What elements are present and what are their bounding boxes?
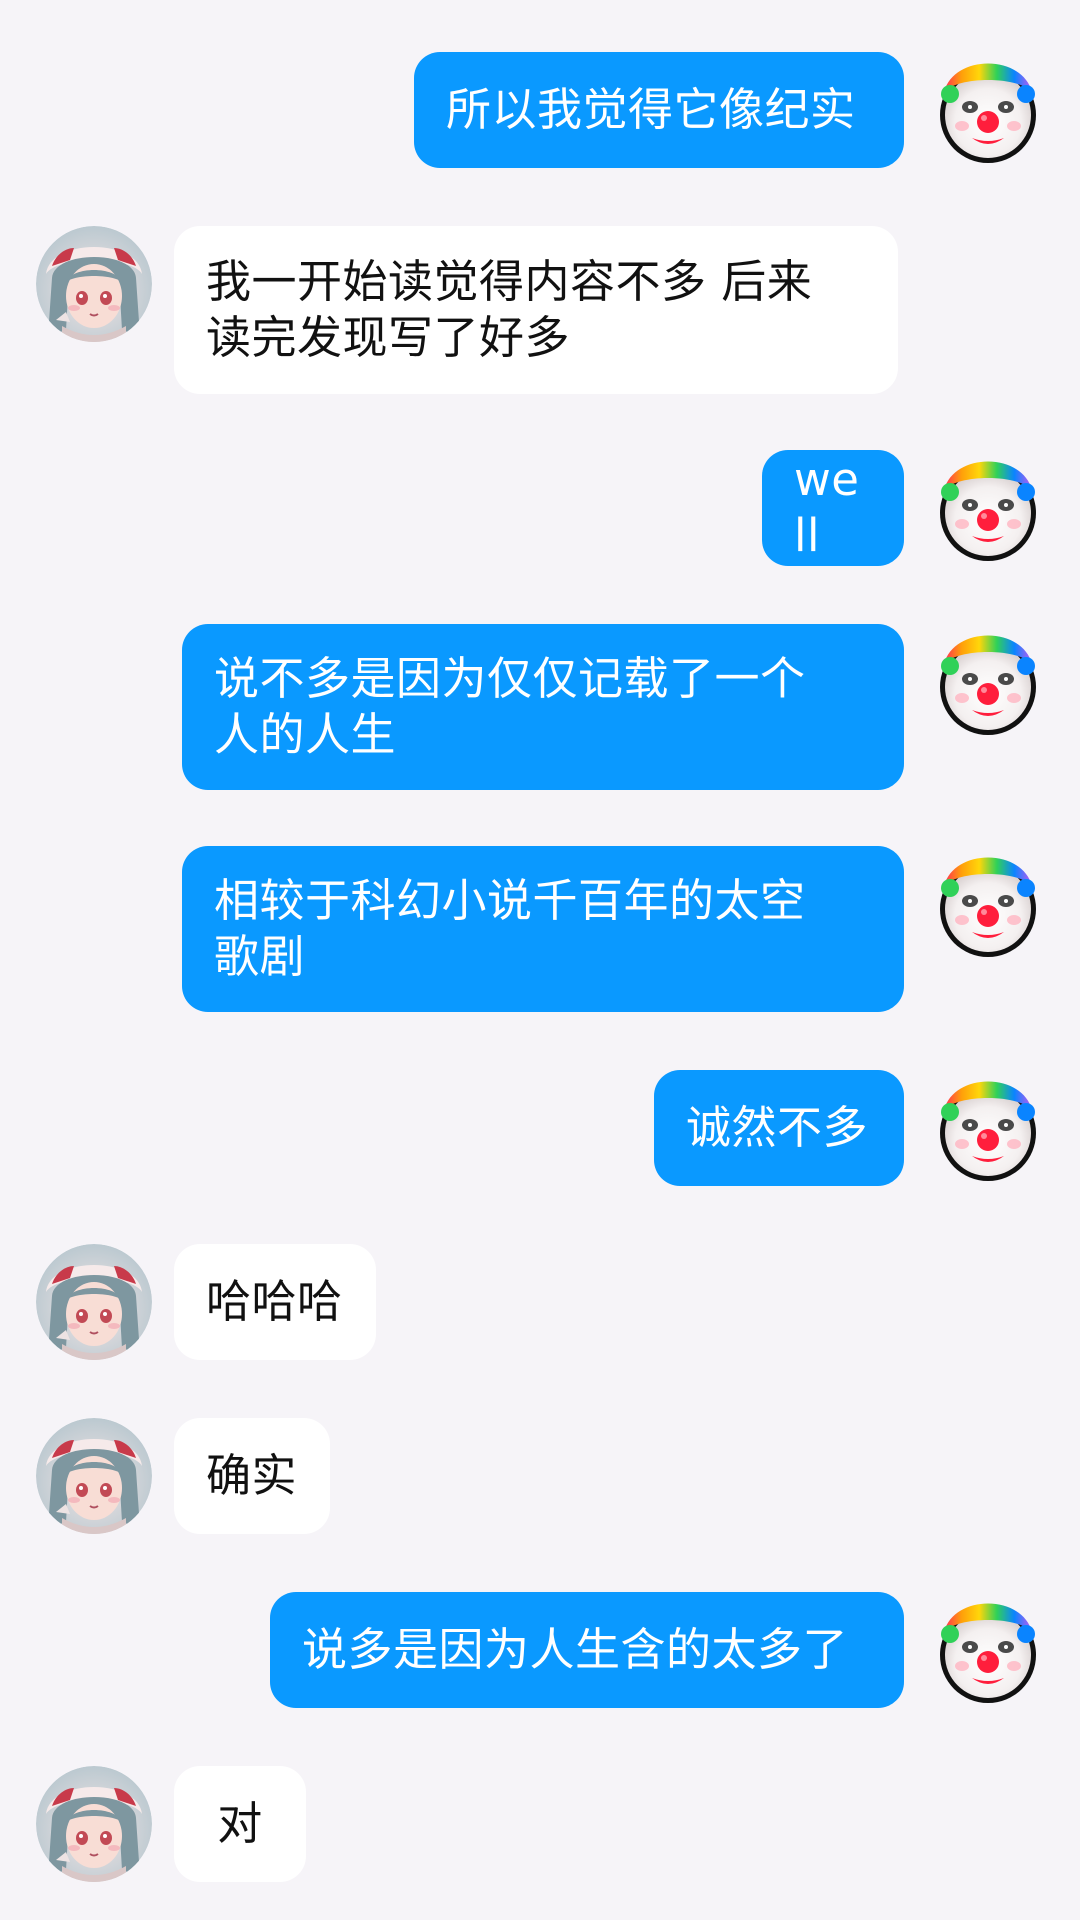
anime-girl-avatar-icon[interactable] (36, 1766, 152, 1882)
anime-girl-avatar-icon[interactable] (36, 226, 152, 342)
message-outgoing[interactable]: 说不多是因为仅仅记载了一个 人的人生 (182, 624, 904, 790)
clown-avatar-icon[interactable] (930, 1592, 1046, 1708)
message-incoming[interactable]: 确实 (174, 1418, 330, 1534)
clown-avatar-icon[interactable] (930, 846, 1046, 962)
clown-avatar-icon[interactable] (930, 624, 1046, 740)
message-outgoing[interactable]: 相较于科幻小说千百年的太空 歌剧 (182, 846, 904, 1012)
message-incoming[interactable]: 我一开始读觉得内容不多 后来 读完发现写了好多 (174, 226, 898, 394)
message-outgoing[interactable]: well (762, 450, 904, 566)
clown-avatar-icon[interactable] (930, 1070, 1046, 1186)
clown-avatar-icon[interactable] (930, 52, 1046, 168)
anime-girl-avatar-icon[interactable] (36, 1418, 152, 1534)
message-incoming[interactable]: 哈哈哈 (174, 1244, 376, 1360)
message-incoming[interactable]: 对 (174, 1766, 306, 1882)
anime-girl-avatar-icon[interactable] (36, 1244, 152, 1360)
message-outgoing[interactable]: 诚然不多 (654, 1070, 904, 1186)
clown-avatar-icon[interactable] (930, 450, 1046, 566)
message-outgoing[interactable]: 所以我觉得它像纪实 (414, 52, 904, 168)
chat-thread: 所以我觉得它像纪实 我一开始读觉得内容不多 后来 读完发现写了好多 well 说… (0, 0, 1080, 1920)
message-outgoing[interactable]: 说多是因为人生含的太多了 (270, 1592, 904, 1708)
